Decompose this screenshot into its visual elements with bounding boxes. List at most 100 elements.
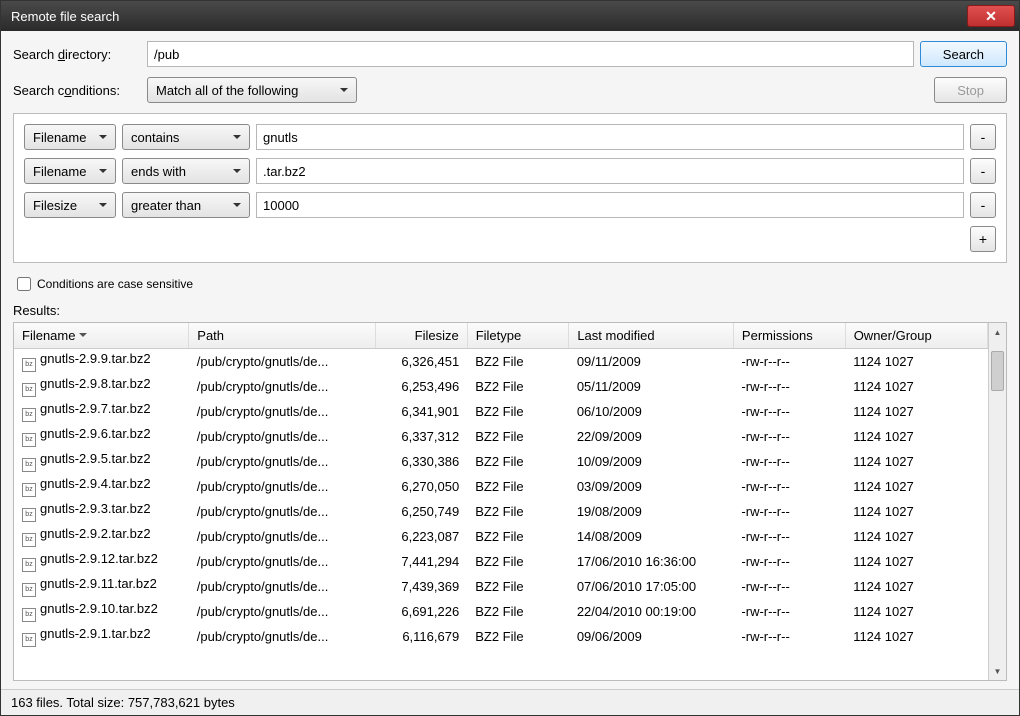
cell-path: /pub/crypto/gnutls/de... (189, 474, 376, 499)
col-filetype[interactable]: Filetype (467, 323, 569, 349)
file-icon: bz (22, 608, 36, 622)
condition-operator-dropdown[interactable]: contains (122, 124, 250, 150)
minus-icon: - (981, 163, 986, 179)
condition-field-dropdown[interactable]: Filename (24, 158, 116, 184)
condition-field-value: Filesize (33, 198, 77, 213)
table-row[interactable]: bzgnutls-2.9.2.tar.bz2/pub/crypto/gnutls… (14, 524, 988, 549)
col-filesize[interactable]: Filesize (376, 323, 467, 349)
condition-row: Filesize greater than - (24, 192, 996, 218)
cell-filesize: 7,439,369 (376, 574, 467, 599)
statusbar: 163 files. Total size: 757,783,621 bytes (1, 689, 1019, 715)
cell-filename: bzgnutls-2.9.8.tar.bz2 (14, 374, 189, 399)
table-row[interactable]: bzgnutls-2.9.8.tar.bz2/pub/crypto/gnutls… (14, 374, 988, 399)
search-directory-label: Search directory: (13, 47, 141, 62)
cell-permissions: -rw-r--r-- (733, 624, 845, 649)
table-row[interactable]: bzgnutls-2.9.12.tar.bz2/pub/crypto/gnutl… (14, 549, 988, 574)
cell-lastmodified: 07/06/2010 17:05:00 (569, 574, 734, 599)
cell-filesize: 6,270,050 (376, 474, 467, 499)
results-scroll[interactable]: Filename Path Filesize Filetype Last mod… (14, 323, 988, 680)
remove-condition-button[interactable]: - (970, 124, 996, 150)
file-icon: bz (22, 458, 36, 472)
cell-ownergroup: 1124 1027 (845, 374, 987, 399)
cell-permissions: -rw-r--r-- (733, 449, 845, 474)
cell-permissions: -rw-r--r-- (733, 499, 845, 524)
cell-path: /pub/crypto/gnutls/de... (189, 349, 376, 375)
cell-filetype: BZ2 File (467, 499, 569, 524)
table-row[interactable]: bzgnutls-2.9.4.tar.bz2/pub/crypto/gnutls… (14, 474, 988, 499)
cell-ownergroup: 1124 1027 (845, 424, 987, 449)
search-conditions-label: Search conditions: (13, 83, 141, 98)
cell-filesize: 6,223,087 (376, 524, 467, 549)
col-ownergroup[interactable]: Owner/Group (845, 323, 987, 349)
scroll-thumb[interactable] (991, 351, 1004, 391)
table-row[interactable]: bzgnutls-2.9.5.tar.bz2/pub/crypto/gnutls… (14, 449, 988, 474)
cell-permissions: -rw-r--r-- (733, 599, 845, 624)
cell-filetype: BZ2 File (467, 524, 569, 549)
col-filename[interactable]: Filename (14, 323, 189, 349)
cell-filetype: BZ2 File (467, 449, 569, 474)
condition-field-dropdown[interactable]: Filesize (24, 192, 116, 218)
cell-ownergroup: 1124 1027 (845, 599, 987, 624)
cell-permissions: -rw-r--r-- (733, 474, 845, 499)
scroll-down-icon: ▼ (989, 662, 1006, 680)
file-icon: bz (22, 583, 36, 597)
cell-filesize: 6,691,226 (376, 599, 467, 624)
condition-operator-dropdown[interactable]: ends with (122, 158, 250, 184)
condition-value-input[interactable] (256, 158, 964, 184)
table-row[interactable]: bzgnutls-2.9.1.tar.bz2/pub/crypto/gnutls… (14, 624, 988, 649)
cell-ownergroup: 1124 1027 (845, 474, 987, 499)
file-icon: bz (22, 558, 36, 572)
table-row[interactable]: bzgnutls-2.9.6.tar.bz2/pub/crypto/gnutls… (14, 424, 988, 449)
search-conditions-row: Search conditions: Match all of the foll… (13, 77, 1007, 103)
match-mode-dropdown[interactable]: Match all of the following (147, 77, 357, 103)
sort-desc-icon (79, 333, 87, 341)
conditions-panel: Filenamecontains-Filenameends with-Files… (13, 113, 1007, 263)
cell-filetype: BZ2 File (467, 549, 569, 574)
add-condition-button[interactable]: + (970, 226, 996, 252)
vertical-scrollbar[interactable]: ▲ ▼ (988, 323, 1006, 680)
remove-condition-button[interactable]: - (970, 192, 996, 218)
file-icon: bz (22, 508, 36, 522)
cell-ownergroup: 1124 1027 (845, 524, 987, 549)
condition-row: Filenamecontains - (24, 124, 996, 150)
table-row[interactable]: bzgnutls-2.9.7.tar.bz2/pub/crypto/gnutls… (14, 399, 988, 424)
col-lastmodified[interactable]: Last modified (569, 323, 734, 349)
condition-value-input[interactable] (256, 124, 964, 150)
cell-filetype: BZ2 File (467, 574, 569, 599)
col-permissions[interactable]: Permissions (733, 323, 845, 349)
stop-button[interactable]: Stop (934, 77, 1007, 103)
col-path[interactable]: Path (189, 323, 376, 349)
cell-filesize: 6,337,312 (376, 424, 467, 449)
cell-filename: bzgnutls-2.9.11.tar.bz2 (14, 574, 189, 599)
condition-value-input[interactable] (256, 192, 964, 218)
table-row[interactable]: bzgnutls-2.9.11.tar.bz2/pub/crypto/gnutl… (14, 574, 988, 599)
file-icon: bz (22, 358, 36, 372)
condition-operator-dropdown[interactable]: greater than (122, 192, 250, 218)
cell-ownergroup: 1124 1027 (845, 574, 987, 599)
match-mode-value: Match all of the following (156, 83, 298, 98)
search-button[interactable]: Search (920, 41, 1007, 67)
cell-filetype: BZ2 File (467, 349, 569, 375)
close-button[interactable]: ✕ (967, 5, 1015, 27)
cell-permissions: -rw-r--r-- (733, 374, 845, 399)
close-icon: ✕ (985, 8, 997, 25)
status-text: 163 files. Total size: 757,783,621 bytes (11, 695, 235, 710)
results-table: Filename Path Filesize Filetype Last mod… (14, 323, 988, 649)
cell-filesize: 6,250,749 (376, 499, 467, 524)
minus-icon: - (981, 197, 986, 213)
cell-lastmodified: 10/09/2009 (569, 449, 734, 474)
remove-condition-button[interactable]: - (970, 158, 996, 184)
case-sensitive-row: Conditions are case sensitive (17, 277, 1007, 291)
search-directory-input[interactable] (147, 41, 914, 67)
condition-field-dropdown[interactable]: Filename (24, 124, 116, 150)
case-sensitive-checkbox[interactable] (17, 277, 31, 291)
cell-permissions: -rw-r--r-- (733, 399, 845, 424)
condition-operator-value: ends with (131, 164, 186, 179)
cell-filesize: 6,253,496 (376, 374, 467, 399)
titlebar: Remote file search ✕ (1, 1, 1019, 31)
table-row[interactable]: bzgnutls-2.9.3.tar.bz2/pub/crypto/gnutls… (14, 499, 988, 524)
cell-filesize: 6,341,901 (376, 399, 467, 424)
cell-path: /pub/crypto/gnutls/de... (189, 599, 376, 624)
table-row[interactable]: bzgnutls-2.9.10.tar.bz2/pub/crypto/gnutl… (14, 599, 988, 624)
table-row[interactable]: bzgnutls-2.9.9.tar.bz2/pub/crypto/gnutls… (14, 349, 988, 375)
